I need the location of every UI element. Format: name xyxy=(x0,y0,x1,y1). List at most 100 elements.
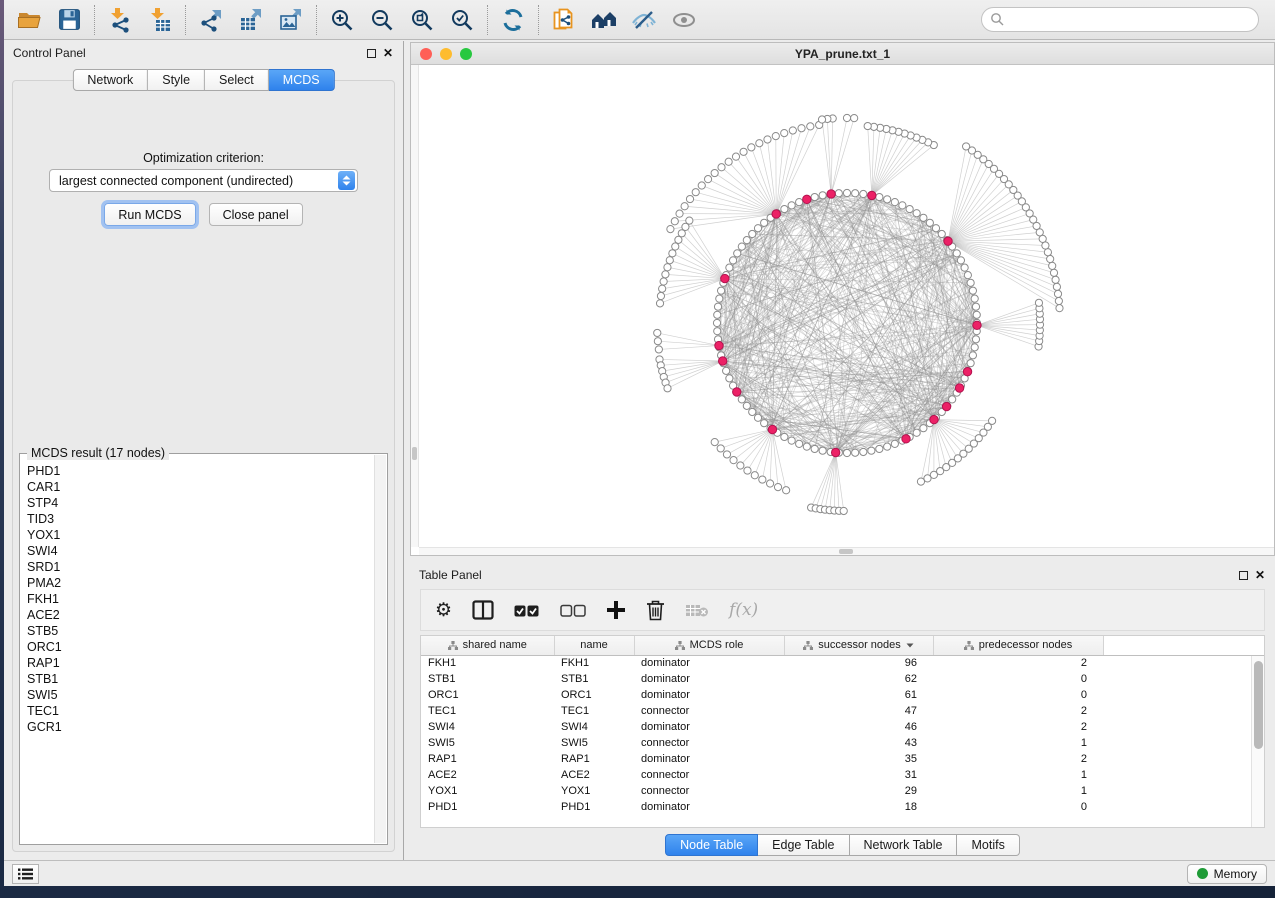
cell-successor-nodes[interactable]: 18 xyxy=(784,799,933,815)
table-row[interactable]: ACE2ACE2connector311 xyxy=(421,767,1264,783)
tab-node-table[interactable]: Node Table xyxy=(665,834,758,856)
float-table-panel-icon[interactable] xyxy=(1239,571,1248,580)
duplicate-network-icon[interactable] xyxy=(549,5,579,35)
cell-predecessor-nodes[interactable]: 1 xyxy=(933,735,1103,751)
mcds-result-item[interactable]: SWI4 xyxy=(21,543,374,559)
column-header-MCDS-role[interactable]: MCDS role xyxy=(634,636,784,655)
mcds-result-item[interactable]: STB1 xyxy=(21,671,374,687)
cell-MCDS-role[interactable]: dominator xyxy=(634,655,784,671)
close-panel-icon[interactable]: ✕ xyxy=(383,47,393,59)
mcds-result-list[interactable]: PHD1CAR1STP4TID3YOX1SWI4SRD1PMA2FKH1ACE2… xyxy=(21,455,374,843)
cell-predecessor-nodes[interactable]: 1 xyxy=(933,783,1103,799)
zoom-selected-icon[interactable] xyxy=(447,5,477,35)
tab-network-table[interactable]: Network Table xyxy=(850,834,958,856)
table-vertical-scrollbar[interactable] xyxy=(1251,656,1264,827)
cell-shared-name[interactable]: PHD1 xyxy=(421,799,554,815)
cell-shared-name[interactable]: SWI5 xyxy=(421,735,554,751)
cell-predecessor-nodes[interactable]: 2 xyxy=(933,703,1103,719)
cell-successor-nodes[interactable]: 62 xyxy=(784,671,933,687)
zoom-out-icon[interactable] xyxy=(367,5,397,35)
mcds-result-item[interactable]: ORC1 xyxy=(21,639,374,655)
cell-predecessor-nodes[interactable]: 0 xyxy=(933,799,1103,815)
mcds-result-item[interactable]: SWI5 xyxy=(21,687,374,703)
import-network-icon[interactable] xyxy=(105,5,135,35)
settings-gear-icon[interactable]: ⚙ xyxy=(435,601,452,620)
column-header-predecessor-nodes[interactable]: predecessor nodes xyxy=(933,636,1103,655)
status-menu-button[interactable] xyxy=(12,864,39,884)
tab-edge-table[interactable]: Edge Table xyxy=(758,834,849,856)
table-row[interactable]: PHD1PHD1dominator180 xyxy=(421,799,1264,815)
table-row[interactable]: STB1STB1dominator620 xyxy=(421,671,1264,687)
cell-successor-nodes[interactable]: 31 xyxy=(784,767,933,783)
cell-MCDS-role[interactable]: connector xyxy=(634,783,784,799)
cell-shared-name[interactable]: TEC1 xyxy=(421,703,554,719)
table-row[interactable]: TEC1TEC1connector472 xyxy=(421,703,1264,719)
cell-shared-name[interactable]: YOX1 xyxy=(421,783,554,799)
cell-shared-name[interactable]: FKH1 xyxy=(421,655,554,671)
cell-name[interactable]: ACE2 xyxy=(554,767,634,783)
tab-mcds[interactable]: MCDS xyxy=(269,69,335,91)
table-row[interactable]: FKH1FKH1dominator962 xyxy=(421,655,1264,671)
open-file-icon[interactable] xyxy=(14,5,44,35)
column-header-name[interactable]: name xyxy=(554,636,634,655)
cell-successor-nodes[interactable]: 47 xyxy=(784,703,933,719)
cell-MCDS-role[interactable]: dominator xyxy=(634,687,784,703)
cell-name[interactable]: SWI5 xyxy=(554,735,634,751)
run-mcds-button[interactable]: Run MCDS xyxy=(104,203,195,226)
cell-predecessor-nodes[interactable]: 0 xyxy=(933,671,1103,687)
import-table-icon[interactable] xyxy=(145,5,175,35)
cell-predecessor-nodes[interactable]: 1 xyxy=(933,767,1103,783)
cell-predecessor-nodes[interactable]: 2 xyxy=(933,719,1103,735)
cell-predecessor-nodes[interactable]: 0 xyxy=(933,687,1103,703)
cell-shared-name[interactable]: ORC1 xyxy=(421,687,554,703)
select-all-rows-icon[interactable] xyxy=(514,604,540,617)
tab-motifs[interactable]: Motifs xyxy=(957,834,1019,856)
mcds-result-item[interactable]: FKH1 xyxy=(21,591,374,607)
mcds-result-item[interactable]: GCR1 xyxy=(21,719,374,735)
memory-button[interactable]: Memory xyxy=(1187,864,1267,884)
close-table-panel-icon[interactable]: ✕ xyxy=(1255,569,1265,581)
node-table[interactable]: shared namenameMCDS rolesuccessor nodesp… xyxy=(421,636,1264,815)
export-image-icon[interactable] xyxy=(276,5,306,35)
cell-name[interactable]: FKH1 xyxy=(554,655,634,671)
cell-predecessor-nodes[interactable]: 2 xyxy=(933,655,1103,671)
zoom-in-icon[interactable] xyxy=(327,5,357,35)
column-header-successor-nodes[interactable]: successor nodes xyxy=(784,636,933,655)
cell-name[interactable]: TEC1 xyxy=(554,703,634,719)
add-column-icon[interactable] xyxy=(606,600,626,620)
mcds-result-item[interactable]: CAR1 xyxy=(21,479,374,495)
cell-successor-nodes[interactable]: 61 xyxy=(784,687,933,703)
cell-successor-nodes[interactable]: 29 xyxy=(784,783,933,799)
search-input[interactable] xyxy=(981,7,1259,32)
cell-name[interactable]: ORC1 xyxy=(554,687,634,703)
cell-shared-name[interactable]: ACE2 xyxy=(421,767,554,783)
cell-MCDS-role[interactable]: dominator xyxy=(634,799,784,815)
hide-selected-icon[interactable] xyxy=(629,5,659,35)
result-list-scrollbar[interactable] xyxy=(374,455,386,843)
cell-MCDS-role[interactable]: connector xyxy=(634,767,784,783)
float-panel-icon[interactable] xyxy=(367,49,376,58)
tab-network[interactable]: Network xyxy=(72,69,148,91)
criterion-dropdown[interactable]: largest connected component (undirected) xyxy=(49,169,358,192)
cell-MCDS-role[interactable]: dominator xyxy=(634,671,784,687)
mcds-result-item[interactable]: TID3 xyxy=(21,511,374,527)
mcds-result-item[interactable]: TEC1 xyxy=(21,703,374,719)
first-neighbors-icon[interactable] xyxy=(589,5,619,35)
export-network-icon[interactable] xyxy=(196,5,226,35)
show-all-icon[interactable] xyxy=(669,5,699,35)
show-columns-icon[interactable] xyxy=(472,600,494,620)
column-header-shared-name[interactable]: shared name xyxy=(421,636,554,655)
cell-MCDS-role[interactable]: connector xyxy=(634,735,784,751)
mcds-result-item[interactable]: STB5 xyxy=(21,623,374,639)
tab-select[interactable]: Select xyxy=(205,69,269,91)
cell-shared-name[interactable]: STB1 xyxy=(421,671,554,687)
save-session-icon[interactable] xyxy=(54,5,84,35)
cell-name[interactable]: RAP1 xyxy=(554,751,634,767)
mcds-result-item[interactable]: PMA2 xyxy=(21,575,374,591)
network-horizontal-scrollbar[interactable] xyxy=(419,547,1274,555)
mcds-result-item[interactable]: RAP1 xyxy=(21,655,374,671)
cell-shared-name[interactable]: SWI4 xyxy=(421,719,554,735)
mcds-result-item[interactable]: SRD1 xyxy=(21,559,374,575)
cell-successor-nodes[interactable]: 96 xyxy=(784,655,933,671)
apply-layout-icon[interactable] xyxy=(498,5,528,35)
